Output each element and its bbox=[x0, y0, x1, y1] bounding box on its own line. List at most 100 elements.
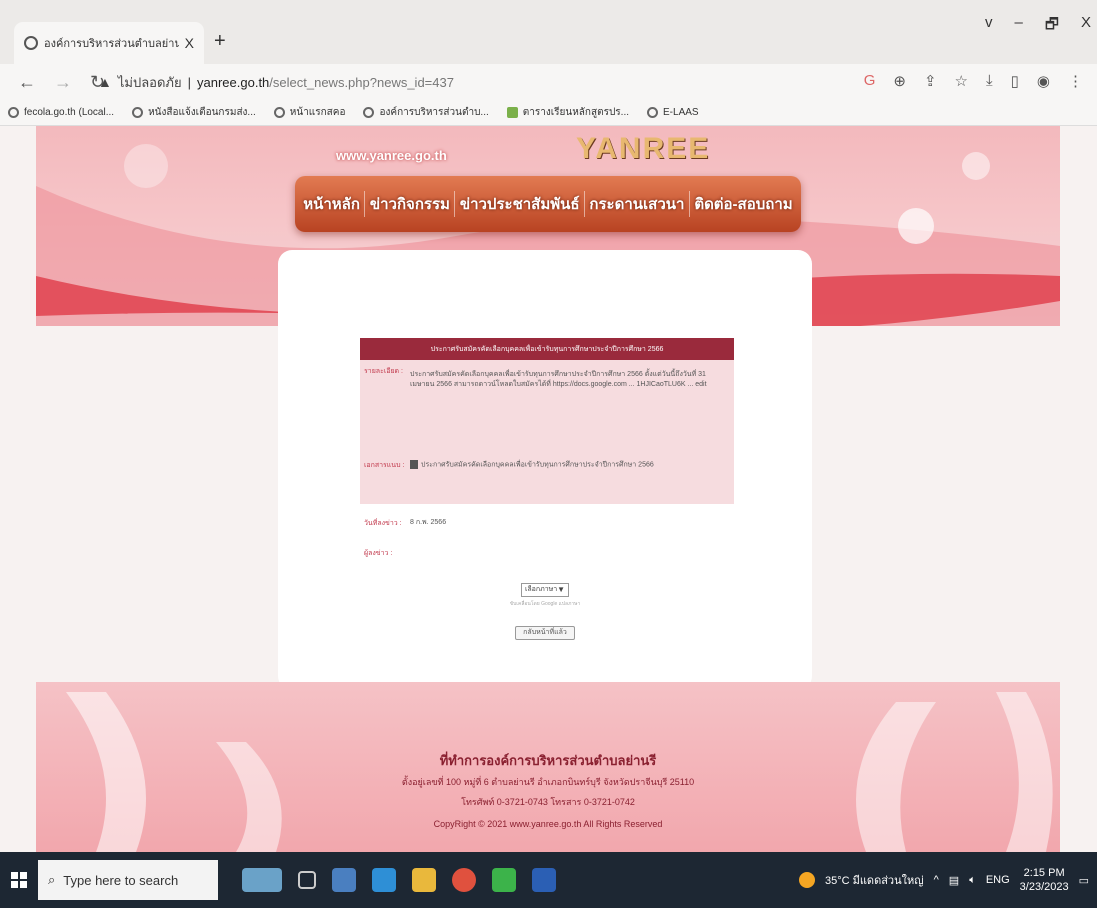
attachment-text: ประกาศรับสมัครคัดเลือกบุคคลเพื่อเข้ารับท… bbox=[421, 461, 654, 469]
network-icon[interactable]: ▤ bbox=[949, 874, 959, 887]
menu-item-announcements[interactable]: ข่าวประชาสัมพันธ์ bbox=[460, 192, 580, 216]
chevron-down-icon: ▼ bbox=[557, 585, 565, 594]
news-detail-table: ประกาศรับสมัครคัดเลือกบุคคลเพื่อเข้ารับท… bbox=[360, 338, 734, 564]
share-icon[interactable]: ⇪ bbox=[924, 72, 937, 90]
google-icon[interactable]: G bbox=[864, 72, 876, 90]
start-button[interactable] bbox=[0, 852, 38, 908]
search-highlight-icon[interactable] bbox=[242, 868, 282, 892]
search-icon: ⌕ bbox=[48, 872, 56, 887]
bookmarks-bar: fecola.go.th (Local... หนังสือแจ้งเตือนก… bbox=[0, 100, 1097, 126]
globe-icon bbox=[363, 107, 375, 118]
menu-item-activities[interactable]: ข่าวกิจกรรม bbox=[370, 192, 450, 216]
taskbar-search[interactable]: ⌕ Type here to search bbox=[38, 860, 218, 900]
weather-sun-icon[interactable] bbox=[798, 872, 815, 888]
globe-icon bbox=[273, 107, 285, 118]
back-arrow-icon[interactable]: ← bbox=[18, 72, 36, 93]
attachment-link[interactable]: ประกาศรับสมัครคัดเลือกบุคคลเพื่อเข้ารับท… bbox=[410, 460, 654, 470]
bookmark-label: หน้าแรกสคอ bbox=[289, 107, 346, 118]
poster-label: ผู้ลงข่าว : bbox=[364, 550, 393, 557]
address-bar-row: ← → ↻ ▲ ไม่ปลอดภัย | yanree.go.th/select… bbox=[0, 64, 1097, 100]
tab-search-button[interactable]: v bbox=[985, 14, 993, 39]
not-secure-label: ไม่ปลอดภัย bbox=[117, 74, 182, 90]
detail-label: รายละเอียด : bbox=[364, 368, 403, 375]
notification-icon[interactable]: ▭ bbox=[1079, 874, 1089, 887]
side-panel-icon[interactable]: ▯ bbox=[1011, 72, 1019, 90]
close-window-button[interactable]: X bbox=[1081, 14, 1091, 39]
menu-divider bbox=[688, 191, 690, 217]
menu-divider bbox=[454, 191, 456, 217]
news-title: ประกาศรับสมัครคัดเลือกบุคคลเพื่อเข้ารับท… bbox=[360, 338, 734, 360]
profile-icon[interactable]: ◉ bbox=[1037, 72, 1050, 90]
task-view-icon[interactable] bbox=[298, 871, 316, 889]
globe-icon bbox=[24, 36, 38, 50]
zoom-icon[interactable]: ⊕ bbox=[893, 72, 906, 90]
bookmark-item[interactable]: องค์การบริหารส่วนตำบ... bbox=[363, 105, 489, 120]
bookmark-label: ตารางเรียนหลักสูตรปร... bbox=[522, 107, 630, 118]
bookmark-label: องค์การบริหารส่วนตำบ... bbox=[379, 107, 489, 118]
menu-item-home[interactable]: หน้าหลัก bbox=[303, 192, 360, 216]
bookmark-item[interactable]: หนังสือแจ้งเตือนกรมส่ง... bbox=[132, 105, 256, 120]
news-attachment-row: เอกสารแนบ : ประกาศรับสมัครคัดเลือกบุคคลเ… bbox=[360, 446, 734, 504]
new-tab-button[interactable]: + bbox=[214, 30, 226, 53]
site-domain: www.yanree.go.th bbox=[336, 148, 447, 163]
globe-icon bbox=[647, 107, 659, 118]
language-indicator[interactable]: ENG bbox=[986, 874, 1010, 886]
detail-text: ประกาศรับสมัครคัดเลือกบุคคลเพื่อเข้ารับท… bbox=[410, 371, 707, 388]
language-select[interactable]: เลือกภาษา ▼ bbox=[521, 583, 569, 597]
clock-time: 2:15 PM bbox=[1023, 867, 1065, 879]
date-value: 8 ก.พ. 2566 bbox=[410, 519, 447, 526]
taskbar-clock[interactable]: 2:15 PM 3/23/2023 bbox=[1020, 866, 1069, 894]
taskbar-apps bbox=[242, 868, 556, 892]
chevron-up-icon[interactable]: ^ bbox=[934, 874, 939, 886]
bookmark-item[interactable]: หน้าแรกสคอ bbox=[273, 105, 346, 120]
forward-arrow-icon[interactable]: → bbox=[54, 72, 72, 93]
warning-icon[interactable]: ▲ bbox=[98, 74, 112, 90]
download-icon[interactable]: ⤓ bbox=[986, 72, 993, 90]
url-path: /select_news.php?news_id=437 bbox=[269, 74, 454, 90]
bookmark-item[interactable]: E-LAAS bbox=[647, 107, 699, 118]
footer-address: ตั้งอยู่เลขที่ 100 หมู่ที่ 6 ตำบลย่านรี … bbox=[401, 777, 695, 787]
site-logo: YANREE bbox=[576, 132, 711, 165]
menu-item-forum[interactable]: กระดานเสวนา bbox=[589, 192, 684, 216]
news-date-row: วันที่ลงข่าว : 8 ก.พ. 2566 bbox=[360, 504, 734, 542]
content-panel: ประกาศรับสมัครคัดเลือกบุคคลเพื่อเข้ารับท… bbox=[278, 250, 812, 690]
url-host: yanree.go.th bbox=[197, 74, 270, 90]
tab-close-button[interactable]: X bbox=[185, 35, 194, 51]
file-explorer-icon[interactable] bbox=[412, 868, 436, 892]
menu-divider bbox=[364, 191, 366, 217]
bookmark-label: E-LAAS bbox=[663, 107, 699, 118]
weather-text[interactable]: 35°C มีแดดส่วนใหญ่ bbox=[825, 871, 924, 889]
browser-tab[interactable]: องค์การบริหารส่วนตำบลย่านรี อำเภอ X bbox=[14, 22, 204, 64]
chrome-icon[interactable] bbox=[452, 868, 476, 892]
language-select-value: เลือกภาษา bbox=[525, 586, 558, 593]
address-bar-icons: G ⊕ ⇪ ☆ ⤓ ▯ ◉ ⋮ bbox=[864, 72, 1083, 90]
volume-icon[interactable]: 🔈︎ bbox=[969, 874, 976, 887]
bookmark-star-icon[interactable]: ☆ bbox=[955, 72, 968, 90]
page-controls: เลือกภาษา ▼ ขับเคลื่อนโดย Google แปลภาษา … bbox=[278, 578, 812, 640]
bookmark-item[interactable]: ตารางเรียนหลักสูตรปร... bbox=[506, 105, 630, 120]
menu-item-contact[interactable]: ติดต่อ-สอบถาม bbox=[694, 192, 792, 216]
clock-date: 3/23/2023 bbox=[1019, 881, 1069, 893]
bookmark-item[interactable]: fecola.go.th (Local... bbox=[8, 107, 114, 118]
go-back-button[interactable]: กลับหน้าที่แล้ว bbox=[515, 626, 575, 640]
store-icon[interactable] bbox=[372, 868, 396, 892]
footer-copyright: CopyRight © 2021 www.yanree.go.th All Ri… bbox=[433, 819, 663, 829]
windows-taskbar: ⌕ Type here to search 35°C มีแดดส่วนใหญ่… bbox=[0, 852, 1097, 908]
menu-dots-icon[interactable]: ⋮ bbox=[1068, 72, 1083, 90]
word-icon[interactable] bbox=[532, 868, 556, 892]
url-input[interactable]: ▲ ไม่ปลอดภัย | yanree.go.th/select_news.… bbox=[98, 69, 858, 95]
line-icon[interactable] bbox=[492, 868, 516, 892]
calculator-icon[interactable] bbox=[332, 868, 356, 892]
screenshot: องค์การบริหารส่วนตำบลย่านรี อำเภอ X + v … bbox=[0, 0, 1097, 908]
globe-icon bbox=[132, 107, 144, 118]
file-icon bbox=[410, 460, 418, 469]
minimize-button[interactable]: – bbox=[1015, 14, 1023, 39]
attachment-label: เอกสารแนบ : bbox=[364, 462, 405, 469]
restore-button[interactable]: 🗗 bbox=[1045, 14, 1059, 39]
powered-by-text: ขับเคลื่อนโดย Google แปลภาษา bbox=[509, 601, 581, 607]
menu-divider bbox=[583, 191, 585, 217]
footer-title: ที่ทำการองค์การบริหารส่วนตำบลย่านรี bbox=[439, 753, 657, 768]
browser-tab-bar: องค์การบริหารส่วนตำบลย่านรี อำเภอ X + v … bbox=[0, 0, 1097, 64]
windows-logo-icon bbox=[11, 872, 27, 888]
tab-title: องค์การบริหารส่วนตำบลย่านรี อำเภอ bbox=[44, 38, 179, 50]
